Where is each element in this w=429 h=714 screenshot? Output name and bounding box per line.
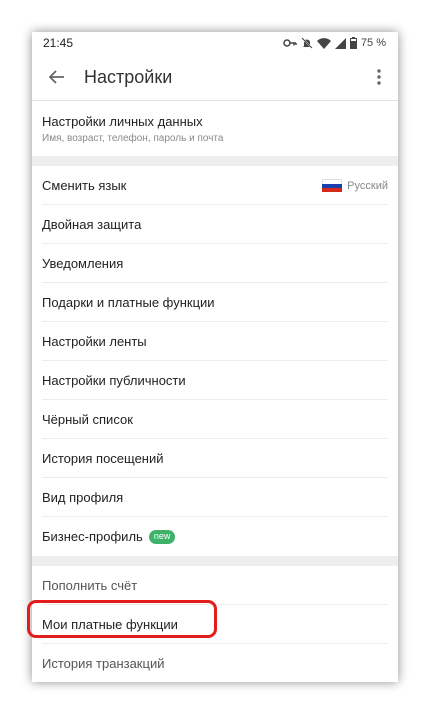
status-icons: 75 % [283, 37, 386, 49]
wifi-icon [316, 37, 331, 49]
change-language-item[interactable]: Сменить язык Русский [32, 166, 398, 205]
personal-data-subtitle: Имя, возраст, телефон, пароль и почта [42, 132, 224, 144]
status-bar: 21:45 75 % [32, 32, 398, 54]
personal-data-title: Настройки личных данных [42, 113, 203, 129]
bell-off-icon [301, 37, 313, 49]
settings-item-label: История посещений [42, 451, 164, 466]
settings-item-label: Подарки и платные функции [42, 295, 215, 310]
settings-item-two-factor[interactable]: Двойная защита [32, 205, 398, 244]
section-divider [32, 556, 398, 566]
russian-flag-icon [322, 179, 343, 192]
payments-list: Пополнить счёт Мои платные функции Истор… [32, 566, 398, 682]
settings-item-feed[interactable]: Настройки ленты [32, 322, 398, 361]
payments-item-label: История транзакций [42, 656, 165, 671]
top-up-balance-item[interactable]: Пополнить счёт [32, 566, 398, 605]
phone-screen: 21:45 75 % Настройки Настройки личных да… [32, 32, 398, 682]
my-paid-features-item[interactable]: Мои платные функции [32, 605, 398, 644]
change-language-label: Сменить язык [42, 178, 127, 193]
language-value: Русский [322, 179, 388, 192]
settings-item-notifications[interactable]: Уведомления [32, 244, 398, 283]
settings-item-gifts-paid-features[interactable]: Подарки и платные функции [32, 283, 398, 322]
settings-item-visit-history[interactable]: История посещений [32, 439, 398, 478]
page-title: Настройки [84, 66, 173, 87]
settings-item-label: Чёрный список [42, 412, 133, 427]
more-vert-icon[interactable] [370, 66, 388, 88]
settings-item-profile-view[interactable]: Вид профиля [32, 478, 398, 517]
new-badge: new [148, 529, 176, 544]
transaction-history-item[interactable]: История транзакций [32, 644, 398, 682]
settings-list: Сменить язык Русский Двойная защита Увед… [32, 166, 398, 556]
payments-item-label: Пополнить счёт [42, 578, 138, 593]
signal-icon [334, 37, 346, 49]
key-icon [283, 38, 297, 48]
battery-percent: 75 % [360, 37, 386, 49]
status-time: 21:45 [43, 36, 74, 50]
settings-item-label: Настройки публичности [42, 373, 186, 388]
personal-data-settings-item[interactable]: Настройки личных данных Имя, возраст, те… [32, 101, 398, 156]
back-arrow-icon[interactable] [46, 66, 68, 88]
language-value-text: Русский [347, 179, 388, 192]
battery-icon [349, 37, 357, 49]
settings-item-label: Бизнес-профиль [42, 529, 143, 544]
settings-item-label: Двойная защита [42, 217, 142, 232]
payments-item-label: Мои платные функции [42, 617, 178, 632]
section-divider [32, 156, 398, 166]
settings-item-business-profile[interactable]: Бизнес-профиль new [32, 517, 398, 556]
settings-item-blacklist[interactable]: Чёрный список [32, 400, 398, 439]
settings-item-publicity[interactable]: Настройки публичности [32, 361, 398, 400]
settings-item-label: Уведомления [42, 256, 124, 271]
settings-item-label: Настройки ленты [42, 334, 147, 349]
settings-item-label: Вид профиля [42, 490, 124, 505]
toolbar: Настройки [32, 54, 398, 101]
